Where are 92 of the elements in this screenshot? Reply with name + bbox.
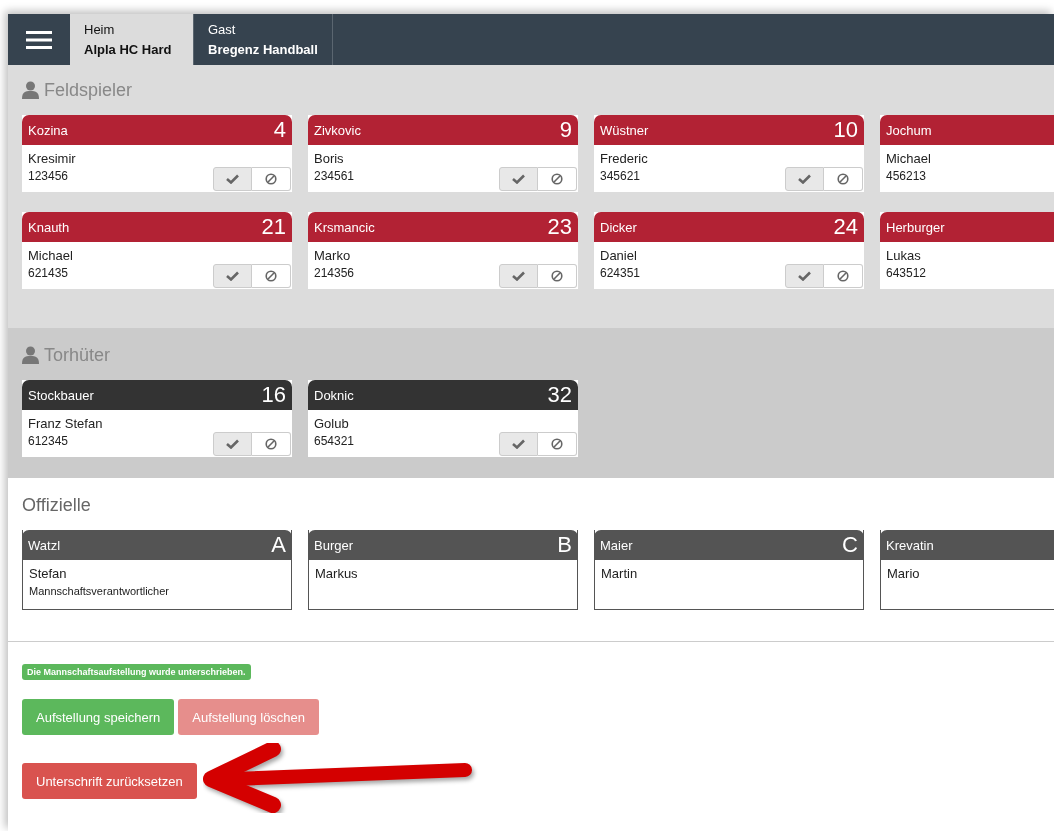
exclude-button[interactable] <box>538 432 577 456</box>
surname: Herburger <box>886 219 945 235</box>
exclude-button[interactable] <box>824 167 863 191</box>
confirm-button[interactable] <box>213 264 252 288</box>
player-id: 214356 <box>314 266 355 280</box>
player-id: 234561 <box>314 169 355 183</box>
first-name: Markus <box>315 565 358 583</box>
surname: Krsmancic <box>314 219 375 235</box>
ban-icon <box>551 270 563 282</box>
ban-icon <box>551 173 563 185</box>
check-icon <box>226 271 239 281</box>
first-name: Michael <box>886 150 931 168</box>
surname: Kozina <box>28 122 68 138</box>
card-number: A <box>271 532 286 558</box>
check-icon <box>798 174 811 184</box>
ban-icon <box>837 173 849 185</box>
player-id: 654321 <box>314 434 355 448</box>
save-button[interactable]: Aufstellung speichern <box>22 699 175 735</box>
confirm-button[interactable] <box>213 432 252 456</box>
card-number: 21 <box>261 214 286 240</box>
surname: Doknic <box>314 387 354 403</box>
first-name: Daniel <box>600 247 637 265</box>
check-icon <box>512 271 525 281</box>
ban-icon <box>551 438 563 450</box>
player-id: 624351 <box>600 266 641 280</box>
status-badge: Die Mannschaftsaufstellung wurde unterschrieben. <box>22 664 251 680</box>
surname: Krevatin <box>886 537 934 553</box>
first-name: Frederic <box>600 150 648 168</box>
card-number: 24 <box>833 214 858 240</box>
first-name: Lukas <box>886 247 921 265</box>
surname: Jochum <box>886 122 932 138</box>
first-name: Marko <box>314 247 351 265</box>
person-icon <box>22 81 39 99</box>
section-title: Feldspieler <box>44 79 133 101</box>
surname: Zivkovic <box>314 122 361 138</box>
confirm-button[interactable] <box>499 167 538 191</box>
confirm-button[interactable] <box>213 167 252 191</box>
first-name: Stefan <box>29 565 67 583</box>
surname: Knauth <box>28 219 70 235</box>
team-tab[interactable]: Heim Alpla HC Hard <box>70 14 194 65</box>
section-title: Torhüter <box>44 344 111 366</box>
surname: Stockbauer <box>28 387 94 403</box>
card-number: 4 <box>273 117 286 143</box>
check-icon <box>512 439 525 449</box>
surname: Watzl <box>28 537 61 553</box>
surname: Wüstner <box>600 122 649 138</box>
menu-icon <box>26 29 52 50</box>
exclude-button[interactable] <box>252 264 291 288</box>
surname: Maier <box>600 537 633 553</box>
player-id: 621435 <box>28 266 69 280</box>
role-text: Mannschaftsverantwortlicher <box>29 585 169 597</box>
reset-signature-button[interactable]: Unterschrift zurücksetzen <box>22 763 197 799</box>
exclude-button[interactable] <box>252 432 291 456</box>
card-number: 16 <box>261 382 286 408</box>
first-name: Golub <box>314 415 349 433</box>
ban-icon <box>837 270 849 282</box>
player-id: 123456 <box>28 169 69 183</box>
card-number: 23 <box>547 214 572 240</box>
check-icon <box>226 439 239 449</box>
surname: Dicker <box>600 219 637 235</box>
card-number: 9 <box>559 117 572 143</box>
confirm-button[interactable] <box>499 432 538 456</box>
player-id: 612345 <box>28 434 69 448</box>
first-name: Michael <box>28 247 73 265</box>
check-icon <box>798 271 811 281</box>
first-name: Franz Stefan <box>28 415 103 433</box>
first-name: Mario <box>887 565 920 583</box>
exclude-button[interactable] <box>252 167 291 191</box>
card-number: B <box>557 532 572 558</box>
card-number: C <box>842 532 858 558</box>
person-icon <box>22 346 39 364</box>
confirm-button[interactable] <box>785 264 824 288</box>
check-icon <box>226 174 239 184</box>
player-id: 643512 <box>886 266 927 280</box>
exclude-button[interactable] <box>538 264 577 288</box>
first-name: Martin <box>601 565 638 583</box>
first-name: Kresimir <box>28 150 76 168</box>
player-id: 456213 <box>886 169 927 183</box>
exclude-button[interactable] <box>538 167 577 191</box>
surname: Burger <box>314 537 354 553</box>
exclude-button[interactable] <box>824 264 863 288</box>
ban-icon <box>265 270 277 282</box>
card-number: 10 <box>833 117 858 143</box>
card-number: 32 <box>547 382 572 408</box>
confirm-button[interactable] <box>785 167 824 191</box>
section-title: Offizielle <box>22 494 91 516</box>
ban-icon <box>265 438 277 450</box>
ban-icon <box>265 173 277 185</box>
player-id: 345621 <box>600 169 641 183</box>
confirm-button[interactable] <box>499 264 538 288</box>
check-icon <box>512 174 525 184</box>
first-name: Boris <box>314 150 344 168</box>
